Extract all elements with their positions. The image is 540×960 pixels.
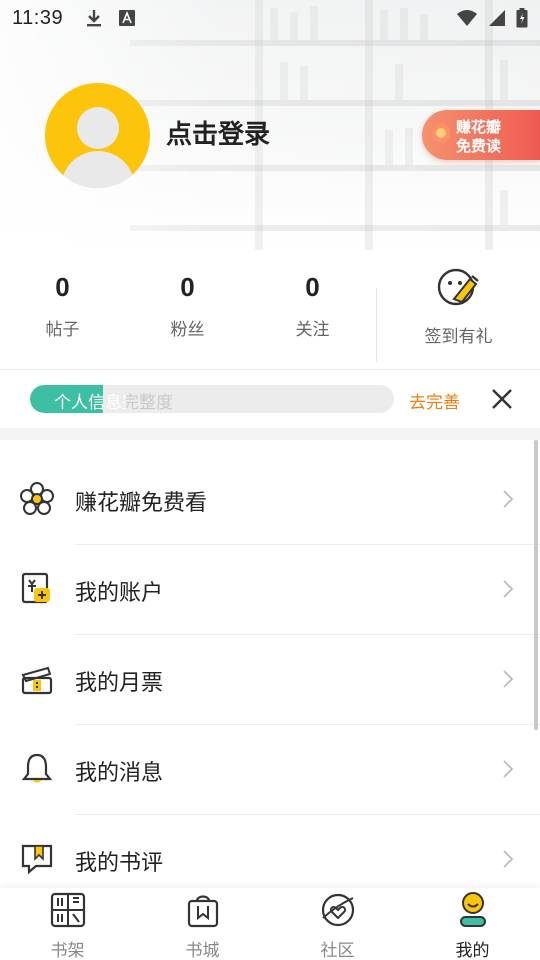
profile-icon [459, 892, 486, 927]
community-icon [321, 893, 354, 927]
menu-item-label: 我的账户 [75, 581, 164, 606]
chevron-right-icon [503, 580, 514, 598]
stat-fans[interactable]: 0 粉丝 [125, 262, 250, 368]
nav-label: 书城 [185, 941, 220, 960]
menu-list: 赚花瓣免费看 我的账户 我的月票 我的消息 我的书评 [0, 455, 540, 905]
earn-badge-line1: 赚花瓣 [456, 118, 502, 136]
earn-petals-badge[interactable]: 赚花瓣 免费读 [422, 110, 540, 160]
stat-value: 0 [180, 272, 195, 302]
stat-label: 帖子 [45, 320, 80, 340]
earn-badge-line2: 免费读 [456, 137, 502, 155]
avatar-head [77, 107, 119, 149]
nav-label: 书架 [50, 941, 85, 960]
stat-value: 0 [305, 272, 320, 302]
status-time: 11:39 [12, 6, 64, 29]
menu-item-label: 我的月票 [75, 671, 164, 696]
complete-profile-link[interactable]: 去完善 [409, 388, 460, 413]
battery-icon [516, 8, 528, 28]
menu-item-earn-petals[interactable]: 赚花瓣免费看 [0, 455, 540, 545]
signal-icon [489, 10, 505, 26]
section-separator [0, 428, 540, 440]
wifi-icon [457, 10, 477, 26]
nav-bookstore[interactable]: 书城 [135, 888, 270, 960]
bookshelf-icon [50, 892, 85, 928]
stat-label: 粉丝 [170, 320, 205, 340]
signin-label: 签到有礼 [424, 327, 493, 347]
status-bar: 11:39 [0, 0, 540, 36]
menu-item-account[interactable]: 我的账户 [0, 545, 540, 635]
close-icon[interactable] [488, 385, 516, 413]
menu-item-messages[interactable]: 我的消息 [0, 725, 540, 815]
review-icon [21, 844, 53, 875]
nav-community[interactable]: 社区 [270, 888, 405, 960]
signin-reward-button[interactable]: 签到有礼 [377, 262, 540, 368]
bottom-nav: 书架 书城 社区 我的 [0, 888, 540, 960]
avatar-body [61, 151, 135, 188]
chevron-right-icon [503, 760, 514, 778]
nav-profile[interactable]: 我的 [405, 888, 540, 960]
profile-completion-bar: 个人信息完整度 个人信息完整度 [30, 385, 394, 413]
stat-label: 关注 [295, 320, 330, 340]
chevron-right-icon [503, 850, 514, 868]
scrollbar[interactable] [534, 440, 538, 730]
chevron-right-icon [503, 490, 514, 508]
avatar[interactable] [45, 83, 150, 188]
nav-bookshelf[interactable]: 书架 [0, 888, 135, 960]
chevron-right-icon [503, 670, 514, 688]
signin-face-icon [437, 268, 479, 306]
stat-posts[interactable]: 0 帖子 [0, 262, 125, 368]
login-prompt[interactable]: 点击登录 [166, 114, 270, 151]
flower-icon [430, 122, 452, 144]
stat-value: 0 [55, 272, 70, 302]
text-icon [119, 10, 136, 26]
nav-label: 社区 [320, 941, 355, 960]
download-icon [87, 10, 102, 27]
stat-following[interactable]: 0 关注 [250, 262, 375, 368]
menu-item-label: 我的消息 [75, 761, 164, 786]
stats-row: 0 帖子 0 粉丝 0 关注 签到有礼 [0, 262, 540, 368]
menu-item-label: 赚花瓣免费看 [75, 491, 208, 516]
nav-label: 我的 [455, 941, 490, 960]
ticket-icon [21, 666, 53, 695]
bookstore-icon [187, 895, 218, 928]
flower-icon [20, 482, 54, 515]
divider [0, 369, 540, 370]
menu-item-label: 我的书评 [75, 851, 164, 876]
menu-item-monthly-ticket[interactable]: 我的月票 [0, 635, 540, 725]
wallet-icon [21, 572, 50, 604]
bell-icon [21, 753, 53, 783]
